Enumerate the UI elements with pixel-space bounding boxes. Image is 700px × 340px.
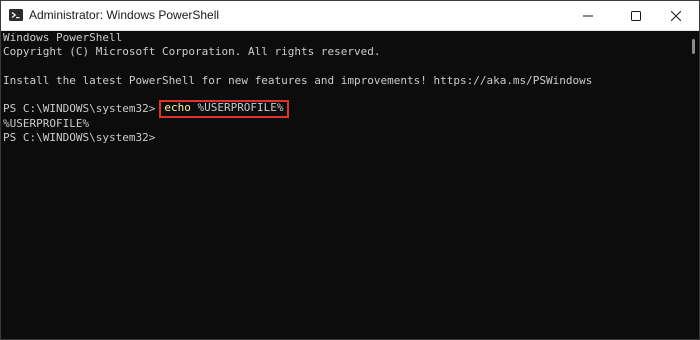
minimize-icon bbox=[583, 11, 593, 21]
powershell-window: Administrator: Windows PowerShell Window… bbox=[0, 0, 700, 340]
console-line: Install the latest PowerShell for new fe… bbox=[3, 73, 593, 87]
console-line: Copyright (C) Microsoft Corporation. All… bbox=[3, 45, 381, 59]
command-line: PS C:\WINDOWS\system32> echo %USERPROFILE… bbox=[3, 100, 689, 119]
command-cmdlet: echo bbox=[164, 101, 191, 115]
window-title: Administrator: Windows PowerShell bbox=[29, 8, 220, 22]
close-icon bbox=[671, 10, 681, 21]
final-prompt[interactable]: PS C:\WINDOWS\system32> bbox=[3, 131, 689, 145]
console-output[interactable]: Windows PowerShell Copyright (C) Microso… bbox=[1, 31, 689, 339]
scrollbar-thumb[interactable] bbox=[692, 39, 695, 54]
maximize-icon bbox=[631, 10, 641, 21]
prompt: PS C:\WINDOWS\system32> bbox=[3, 102, 156, 116]
title-bar[interactable]: Administrator: Windows PowerShell bbox=[1, 1, 699, 31]
vertical-scrollbar[interactable] bbox=[689, 31, 699, 339]
close-button[interactable] bbox=[653, 1, 699, 30]
highlighted-command: echo %USERPROFILE% bbox=[159, 100, 289, 119]
minimize-button[interactable] bbox=[565, 1, 611, 30]
command-argument: %USERPROFILE% bbox=[197, 101, 284, 115]
command-output: %USERPROFILE% bbox=[3, 116, 90, 130]
console-line: Windows PowerShell bbox=[3, 31, 123, 44]
powershell-icon bbox=[9, 8, 23, 22]
